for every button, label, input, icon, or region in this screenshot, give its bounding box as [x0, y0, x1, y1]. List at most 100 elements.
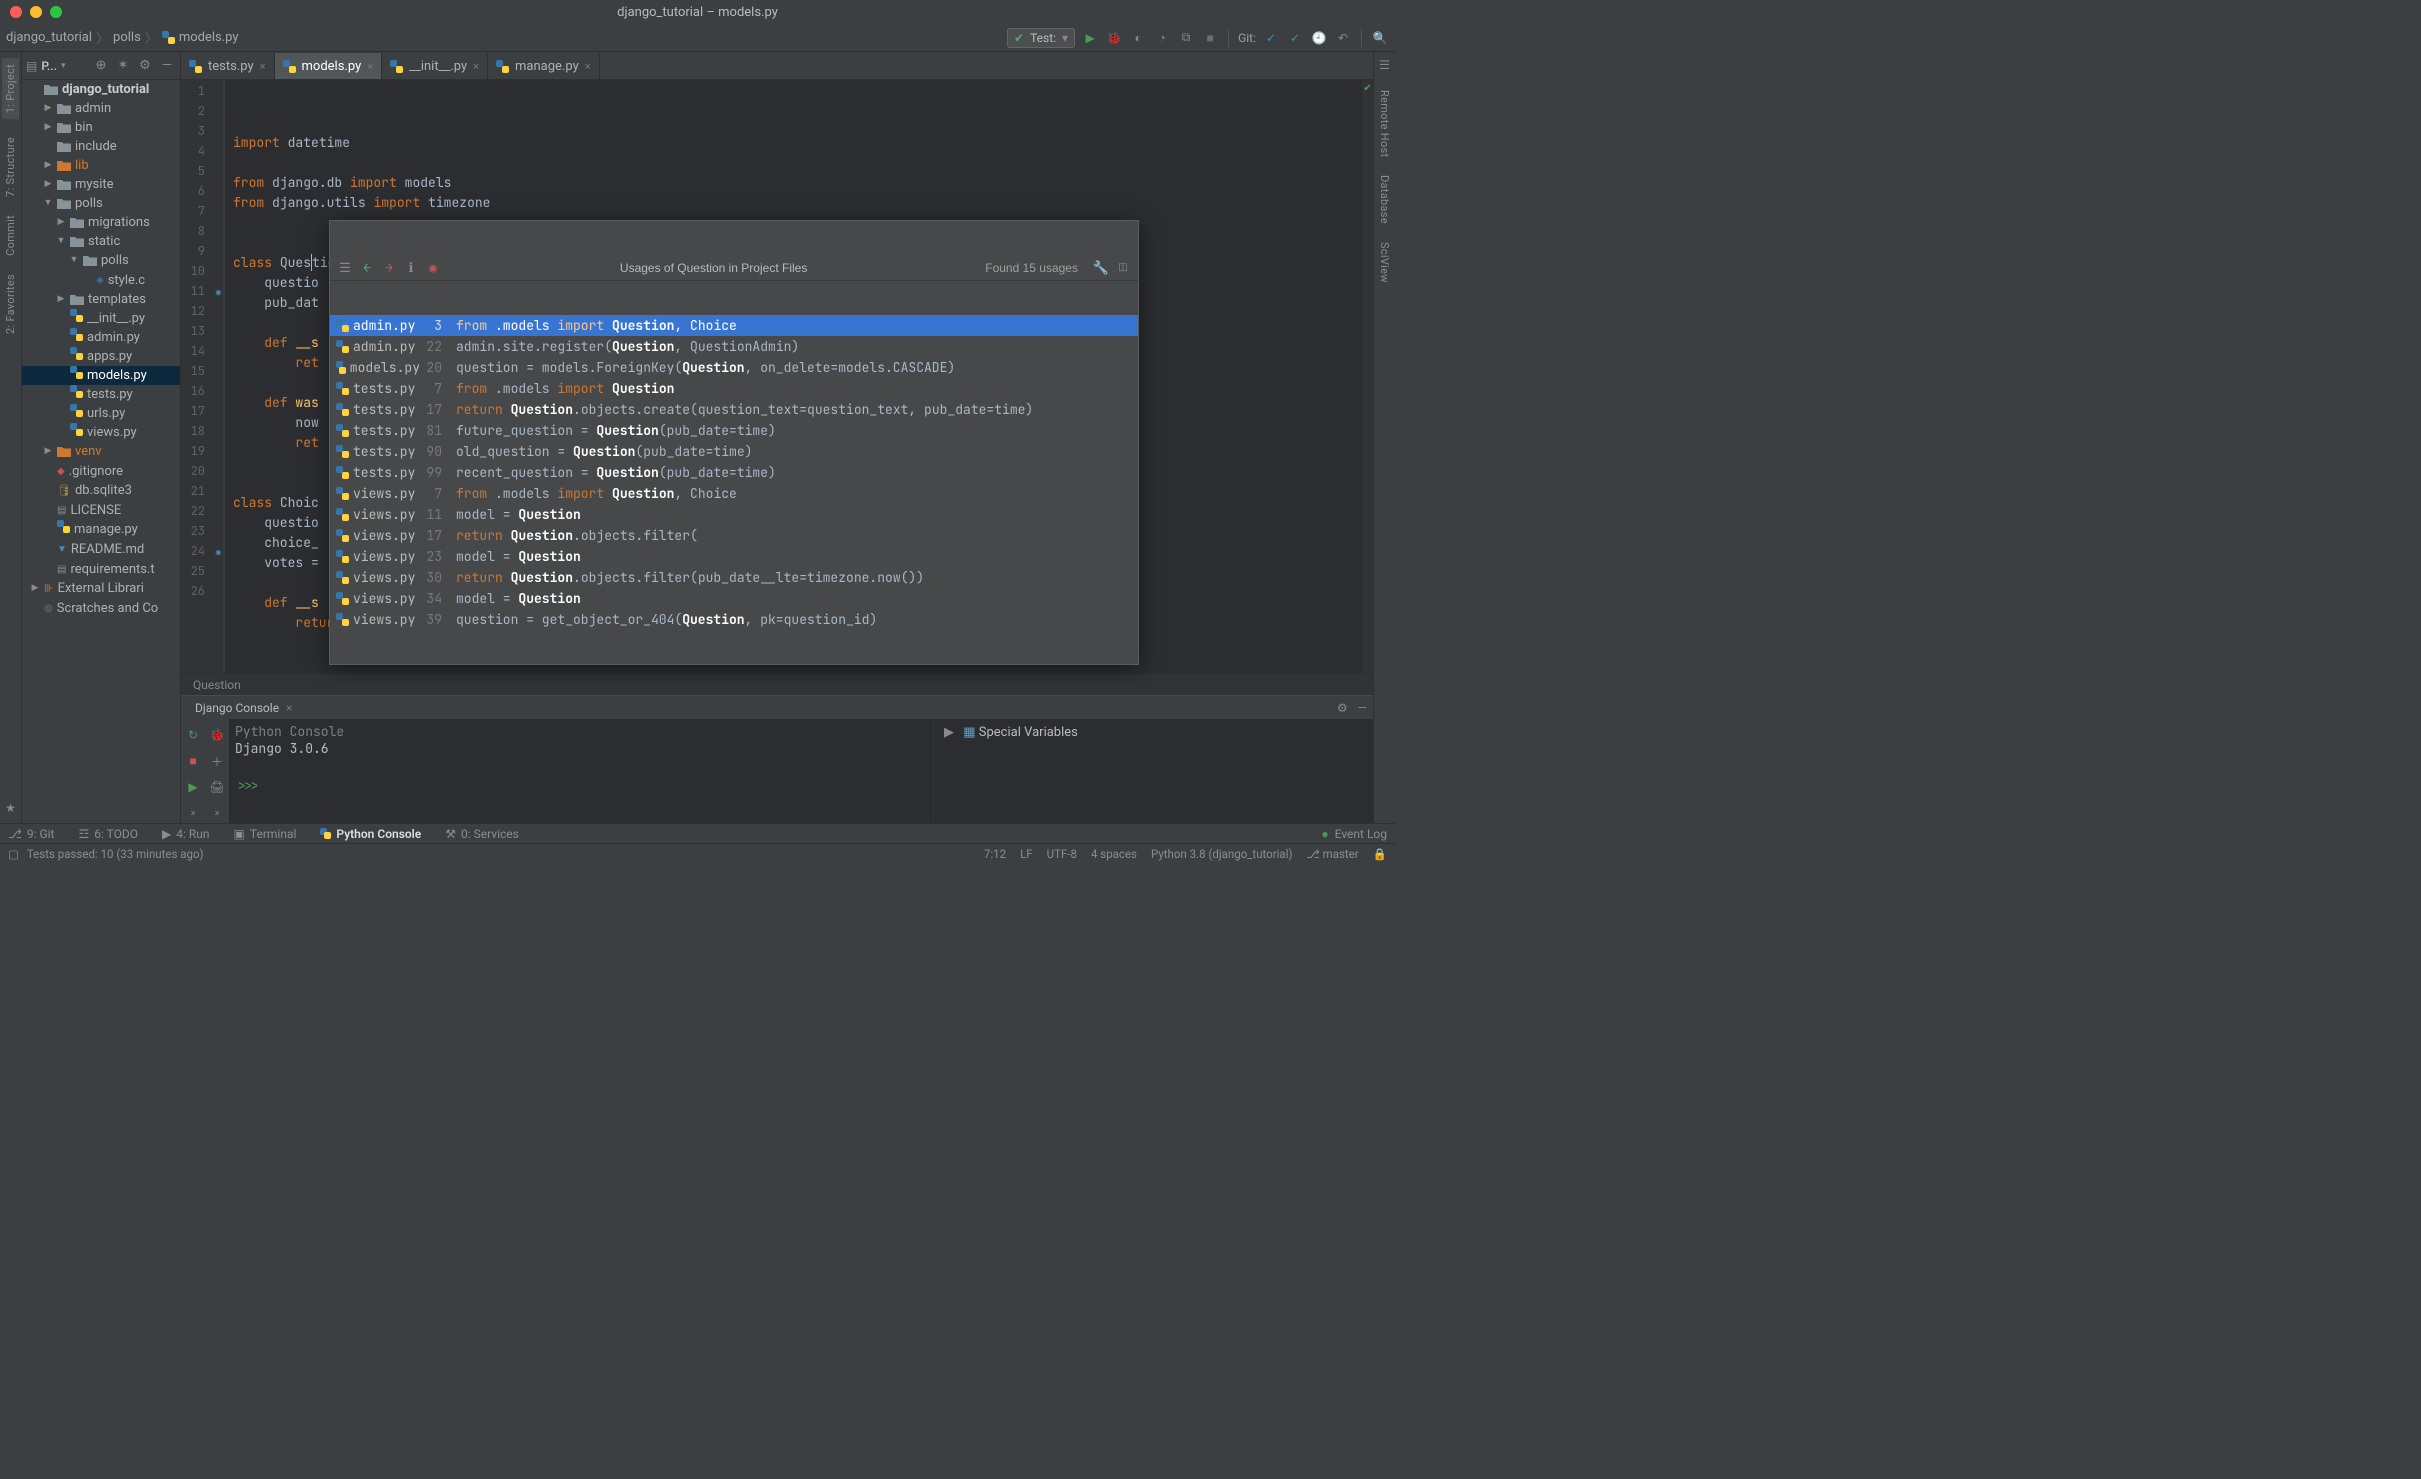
gear-icon[interactable]: ⚙: [136, 58, 154, 73]
override-gutter-icon[interactable]: ◉: [216, 286, 221, 298]
editor-tab-manage-py[interactable]: manage.py×: [488, 53, 600, 79]
status-line-ending[interactable]: LF: [1020, 847, 1033, 861]
close-tab-icon[interactable]: ×: [473, 60, 479, 73]
code-line-4[interactable]: from django.utils import timezone: [225, 194, 1361, 214]
editor-tab-models-py[interactable]: models.py×: [275, 53, 383, 79]
search-everywhere-icon[interactable]: 🔍: [1371, 29, 1389, 47]
code-line-1[interactable]: import datetime: [225, 134, 1361, 154]
status-git-branch[interactable]: ⎇ master: [1307, 847, 1359, 861]
status-encoding[interactable]: UTF-8: [1047, 847, 1077, 861]
external-window-icon[interactable]: ◫: [1114, 259, 1132, 277]
settings-icon[interactable]: ☰: [336, 259, 354, 277]
debug-button[interactable]: 🐞: [1105, 29, 1123, 47]
expand-all-icon[interactable]: ✶: [114, 58, 132, 73]
close-window-icon[interactable]: [10, 6, 22, 18]
rail-remote-host[interactable]: Remote Host: [1378, 90, 1391, 157]
gear-icon[interactable]: ⚙: [1337, 701, 1348, 715]
tree-item-polls[interactable]: ▼polls: [22, 194, 180, 213]
override-gutter-icon[interactable]: ◉: [216, 546, 221, 558]
run-config-selector[interactable]: ✔ Test: ▾: [1007, 28, 1075, 48]
zoom-window-icon[interactable]: [50, 6, 62, 18]
breadcrumb-root[interactable]: django_tutorial: [6, 30, 92, 45]
tree-item-migrations[interactable]: ▶migrations: [22, 213, 180, 232]
usage-row[interactable]: views.py39question = get_object_or_404(Q…: [330, 609, 1138, 630]
status-tests[interactable]: Tests passed: 10 (33 minutes ago): [27, 847, 204, 861]
code-editor[interactable]: import datetime from django.db import mod…: [225, 80, 1361, 673]
tree-item--gitignore[interactable]: ◆.gitignore: [22, 461, 180, 481]
window-controls[interactable]: [0, 6, 62, 18]
tree-item-lib[interactable]: ▶lib: [22, 156, 180, 175]
favorites-star-icon[interactable]: ★: [5, 801, 16, 815]
tree-item-polls[interactable]: ▼polls: [22, 251, 180, 270]
rail-2-favorites[interactable]: 2: Favorites: [4, 274, 17, 334]
tree-item-style-css[interactable]: ◈style.c: [22, 270, 180, 290]
tree-arrow-icon[interactable]: ▶: [56, 213, 66, 232]
tree-item-requirements-t[interactable]: ▤requirements.t: [22, 559, 180, 579]
run-button[interactable]: ▶: [1081, 29, 1099, 47]
concurrency-button[interactable]: ⧉: [1177, 29, 1195, 47]
tree-item-manage-py[interactable]: manage.py: [22, 520, 180, 539]
vcs-update-icon[interactable]: ✓: [1262, 29, 1280, 47]
rail-7-structure[interactable]: 7: Structure: [4, 137, 17, 197]
attach-debugger-icon[interactable]: 🐞: [207, 725, 227, 745]
tree-item-admin-py[interactable]: admin.py: [22, 328, 180, 347]
variables-view[interactable]: ▶ ▦ Special Variables: [933, 719, 1373, 823]
usage-row[interactable]: tests.py81future_question = Question(pub…: [330, 420, 1138, 441]
error-stripe[interactable]: ✔: [1361, 80, 1373, 673]
editor-tab-__init__-py[interactable]: __init__.py×: [382, 53, 488, 79]
tree-item-include[interactable]: include: [22, 137, 180, 156]
tree-arrow-icon[interactable]: ▶: [56, 290, 66, 309]
status-interpreter[interactable]: Python 3.8 (django_tutorial): [1151, 847, 1293, 861]
stop-button[interactable]: ■: [1201, 29, 1219, 47]
breadcrumb-file[interactable]: models.py: [179, 30, 239, 45]
hide-panel-icon[interactable]: —: [1358, 701, 1367, 715]
tree-item-external-librari[interactable]: ▶⊪External Librari: [22, 579, 180, 598]
rail-database[interactable]: Database: [1378, 175, 1391, 224]
tree-item-urls-py[interactable]: urls.py: [22, 404, 180, 423]
vcs-history-icon[interactable]: 🕘: [1310, 29, 1328, 47]
tool-window-todo[interactable]: ☲6: TODO: [78, 827, 138, 841]
console-tab[interactable]: Django Console ×: [187, 698, 300, 718]
vcs-rollback-icon[interactable]: ↶: [1334, 29, 1352, 47]
rerun-icon[interactable]: ↻: [183, 725, 203, 745]
locate-file-icon[interactable]: ⊕: [92, 58, 110, 73]
expand-icon[interactable]: »: [207, 803, 227, 823]
project-tree[interactable]: django_tutorial▶admin▶bininclude▶lib▶mys…: [22, 80, 180, 823]
new-console-icon[interactable]: ＋: [207, 751, 227, 771]
close-tab-icon[interactable]: ×: [260, 60, 266, 73]
tree-arrow-icon[interactable]: ▶: [43, 442, 53, 461]
tree-item-models-py[interactable]: models.py: [22, 366, 180, 385]
usage-row[interactable]: views.py30return Question.objects.filter…: [330, 567, 1138, 588]
open-find-window-icon[interactable]: 🔧: [1092, 259, 1110, 277]
tree-arrow-icon[interactable]: ▼: [56, 232, 66, 251]
rail-sciview[interactable]: SciView: [1378, 242, 1391, 283]
close-icon[interactable]: ×: [286, 701, 292, 715]
status-lock-icon[interactable]: 🔒: [1373, 847, 1387, 861]
info-icon[interactable]: ℹ: [402, 259, 420, 277]
console-output[interactable]: Python Console Django 3.0.6 >>>: [229, 719, 933, 823]
hide-panel-icon[interactable]: —: [158, 58, 176, 73]
menu-icon[interactable]: ☰: [1379, 58, 1390, 72]
project-view-selector[interactable]: ▤ P... ▾: [26, 59, 65, 73]
tree-item-scratches-and-co[interactable]: ◎Scratches and Co: [22, 598, 180, 618]
close-tab-icon[interactable]: ×: [367, 60, 373, 73]
usage-row[interactable]: views.py17return Question.objects.filter…: [330, 525, 1138, 546]
usage-row[interactable]: tests.py90old_question = Question(pub_da…: [330, 441, 1138, 462]
editor-gutter[interactable]: 1234567891011◉12131415161718192021222324…: [181, 80, 225, 673]
tree-arrow-icon[interactable]: ▶: [43, 99, 53, 118]
tree-arrow-icon[interactable]: ▶: [43, 118, 53, 137]
code-line-3[interactable]: from django.db import models: [225, 174, 1361, 194]
tool-window-event-log[interactable]: Event Log: [1335, 827, 1387, 841]
usages-list[interactable]: admin.py3from .models import Question, C…: [330, 315, 1138, 630]
usage-row[interactable]: views.py7from .models import Question, C…: [330, 483, 1138, 504]
stop-icon[interactable]: ■: [183, 751, 203, 771]
prev-occurrence-icon[interactable]: ←: [358, 259, 376, 277]
tree-item-db-sqlite3[interactable]: 🛢db.sqlite3: [22, 481, 180, 500]
tree-arrow-icon[interactable]: ▼: [69, 251, 79, 270]
usage-row[interactable]: tests.py99recent_question = Question(pub…: [330, 462, 1138, 483]
tree-item-__init__-py[interactable]: __init__.py: [22, 309, 180, 328]
pin-icon[interactable]: ◉: [424, 259, 442, 277]
breadcrumb-module[interactable]: polls: [113, 30, 141, 45]
tool-window-toggle-icon[interactable]: ▢: [8, 847, 19, 861]
tree-item-mysite[interactable]: ▶mysite: [22, 175, 180, 194]
